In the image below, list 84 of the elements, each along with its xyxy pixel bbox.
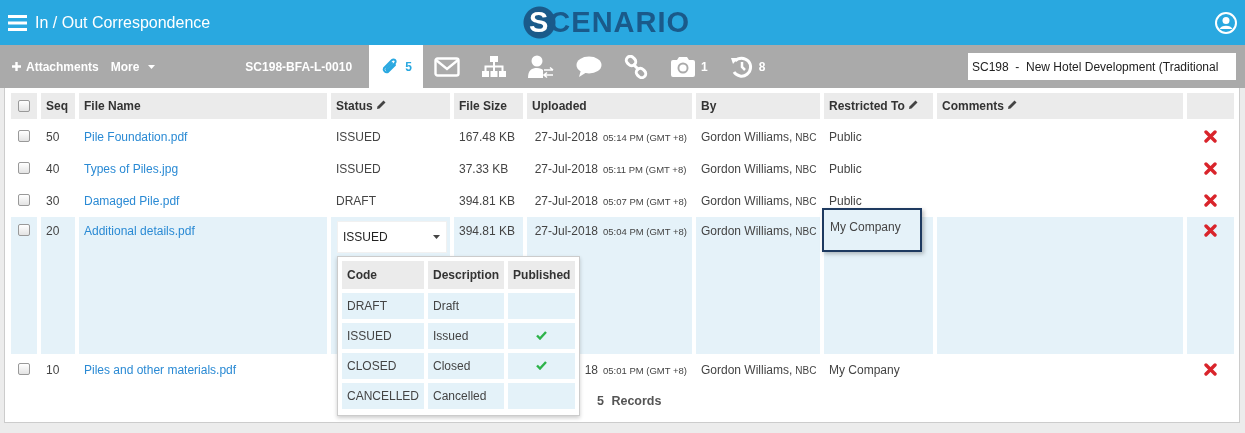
- file-size: 394.81 KB: [459, 194, 516, 208]
- file-link[interactable]: Pile Foundation.pdf: [84, 130, 188, 144]
- delete-icon[interactable]: [1204, 363, 1217, 376]
- uploader-company: NBC: [795, 365, 817, 376]
- column-header[interactable]: File Size: [454, 93, 523, 121]
- record-count: 5 Records: [597, 394, 662, 408]
- status-option[interactable]: CLOSED Closed: [342, 353, 576, 383]
- table-cell-text: 30: [45, 193, 61, 210]
- table-cell-text: 50: [45, 129, 61, 146]
- delete-icon[interactable]: [1204, 162, 1217, 175]
- hierarchy-icon: [482, 55, 507, 78]
- link-icon: [624, 54, 649, 79]
- file-size: 394.81 KB: [459, 224, 516, 238]
- column-header[interactable]: Comments: [937, 93, 1183, 121]
- reference-number: SC198-BFA-L-0010: [245, 58, 354, 76]
- uploader-name: Gordon Williams,: [701, 162, 793, 176]
- table-cell-text: 10: [45, 362, 61, 379]
- chat-bubble-icon: [576, 55, 603, 78]
- upload-time: 05:01 PM (GMT +8): [603, 365, 688, 376]
- status-option[interactable]: CANCELLED Cancelled: [342, 383, 576, 413]
- column-header[interactable]: Restricted To: [824, 93, 933, 121]
- row-checkbox[interactable]: [18, 363, 30, 375]
- column-header[interactable]: By: [696, 93, 820, 121]
- file-link[interactable]: Damaged Pile.pdf: [84, 194, 180, 208]
- restricted-to-text: My Company: [829, 363, 900, 377]
- window-title: In / Out Correspondence: [35, 13, 211, 32]
- plus-icon: [12, 62, 21, 71]
- delete-icon[interactable]: [1204, 130, 1217, 143]
- uploader-name: Gordon Williams,: [701, 194, 793, 208]
- upload-date: 27-Jul-2018: [533, 224, 598, 238]
- upload-time: 05:07 PM (GMT +8): [603, 196, 688, 207]
- column-header[interactable]: File Name: [79, 93, 327, 121]
- uploader-company: NBC: [795, 164, 817, 175]
- status-option[interactable]: DRAFT Draft: [342, 293, 576, 323]
- menu-icon[interactable]: [8, 14, 27, 31]
- delete-icon[interactable]: [1204, 224, 1217, 237]
- row-checkbox[interactable]: [18, 224, 30, 236]
- uploader-company: NBC: [795, 226, 817, 237]
- status-text: ISSUED: [336, 130, 381, 144]
- envelope-icon: [434, 56, 461, 77]
- file-size: 37.33 KB: [459, 162, 509, 176]
- table-cell-text: 40: [45, 161, 61, 178]
- column-header[interactable]: Seq: [41, 93, 75, 121]
- restricted-to-field[interactable]: My Company: [822, 208, 922, 252]
- status-option[interactable]: ISSUED Issued: [342, 323, 576, 353]
- upload-date: 27-Jul-2018: [533, 162, 598, 176]
- pencil-icon[interactable]: [376, 99, 388, 110]
- file-size: 167.48 KB: [459, 130, 516, 144]
- row-checkbox[interactable]: [18, 130, 30, 142]
- user-icon[interactable]: [1215, 11, 1237, 34]
- history-icon: [729, 54, 754, 79]
- delete-icon[interactable]: [1204, 194, 1217, 207]
- restricted-to-text: Public: [829, 162, 862, 176]
- table-cell: 20: [41, 217, 75, 354]
- status-text: DRAFT: [336, 194, 376, 208]
- restricted-to-text: Public: [829, 130, 862, 144]
- upload-date: 18: [583, 363, 598, 377]
- upload-date: 27-Jul-2018: [533, 194, 598, 208]
- upload-time: 05:14 PM (GMT +8): [603, 132, 688, 143]
- uploader-company: NBC: [795, 132, 817, 143]
- column-header[interactable]: Uploaded: [527, 93, 692, 121]
- row-checkbox[interactable]: [18, 162, 30, 174]
- file-link[interactable]: Piles and other materials.pdf: [84, 363, 237, 377]
- pencil-icon[interactable]: [908, 99, 920, 110]
- status-text: ISSUED: [336, 162, 381, 176]
- column-header[interactable]: Status: [331, 93, 450, 121]
- select-all-checkbox[interactable]: [18, 100, 30, 112]
- caret-icon: [433, 235, 440, 239]
- pencil-icon[interactable]: [1007, 99, 1019, 110]
- uploader-name: Gordon Williams,: [701, 130, 793, 144]
- uploader-company: NBC: [795, 196, 817, 207]
- file-link[interactable]: Types of Piles.jpg: [84, 162, 179, 176]
- caret-icon: [148, 64, 156, 69]
- upload-date: 27-Jul-2018: [533, 130, 598, 144]
- project-field[interactable]: SC198 - New Hotel Development (Traditional: [968, 53, 1236, 80]
- camera-icon: [670, 55, 697, 78]
- upload-time: 05:04 PM (GMT +8): [603, 226, 688, 237]
- restricted-to-text: Public: [829, 194, 862, 208]
- status-select[interactable]: ISSUED: [337, 221, 447, 253]
- row-checkbox[interactable]: [18, 194, 30, 206]
- uploader-name: Gordon Williams,: [701, 363, 793, 377]
- upload-time: 05:11 PM (GMT +8): [603, 164, 687, 175]
- uploader-name: Gordon Williams,: [701, 224, 793, 238]
- user-transfer-icon: [528, 54, 555, 79]
